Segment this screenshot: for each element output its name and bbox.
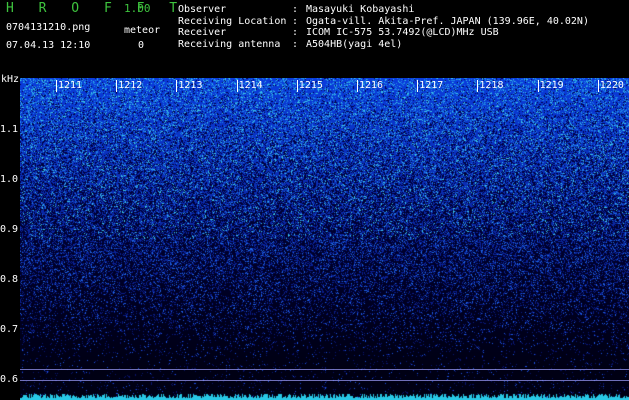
antenna-key: Receiving antenna — [178, 38, 281, 50]
x-tick-label: 1216 — [359, 80, 384, 91]
y-tick-label: 0.7 — [0, 324, 19, 335]
x-tick-label: 1211 — [58, 80, 83, 91]
x-tick-label: 1215 — [298, 80, 323, 91]
x-tick-label: 1212 — [118, 80, 143, 91]
app-version: 1.00 — [124, 2, 151, 15]
y-tick-label: 1.1 — [0, 124, 19, 135]
separator: : — [292, 27, 305, 39]
x-tick-mark — [537, 80, 539, 92]
x-tick-mark — [116, 80, 118, 92]
x-tick-mark — [357, 80, 358, 92]
x-tick-label: 1220 — [599, 80, 624, 91]
x-tick-mark — [56, 80, 57, 92]
x-tick-label: 1214 — [238, 80, 263, 91]
y-tick-label: 0.8 — [0, 274, 19, 285]
app-title: H R O F F T — [6, 1, 186, 16]
header-bar: H R O F F T 1.00 0704131210.png 07.04.13… — [0, 0, 629, 78]
spectrogram-canvas — [20, 78, 629, 400]
x-tick-label: 1213 — [178, 80, 203, 91]
spectrogram — [20, 78, 629, 400]
y-tick-label: 1.0 — [0, 174, 19, 185]
observer-value: Masayuki Kobayashi — [306, 4, 415, 15]
receiver-row: Receiver: ICOM IC-575 53.7492(@LCD)MHz U… — [178, 27, 589, 39]
receiver-key: Receiver — [178, 27, 227, 39]
meteor-label: meteor — [124, 25, 161, 36]
location-key: Receiving Location — [178, 15, 287, 27]
y-tick-label: 0.6 — [0, 374, 19, 385]
station-info: Observer: Masayuki Kobayashi Receiving L… — [178, 4, 589, 50]
reference-line — [20, 369, 629, 370]
location-value: Ogata-vill. Akita-Pref. JAPAN (139.96E, … — [306, 15, 589, 27]
receiver-value: ICOM IC-575 53.7492(@LCD)MHz USB — [306, 27, 499, 39]
x-tick-label: 1219 — [539, 80, 564, 91]
antenna-row: Receiving antenna: A504HB(yagi 4el) — [178, 39, 589, 51]
x-tick-mark — [477, 80, 479, 92]
y-tick-label: 0.9 — [0, 224, 19, 235]
observer-row: Observer: Masayuki Kobayashi — [178, 4, 589, 16]
meteor-count: 0 — [138, 40, 145, 51]
x-tick-mark — [597, 80, 599, 92]
separator: : — [292, 4, 305, 15]
y-unit-label: kHz — [1, 74, 20, 85]
x-tick-label: 1218 — [479, 80, 504, 91]
location-row: Receiving Location: Ogata-vill. Akita-Pr… — [178, 16, 589, 28]
x-tick-mark — [176, 80, 178, 92]
x-tick-mark — [417, 80, 419, 92]
observer-key: Observer — [178, 4, 227, 15]
x-tick-label: 1217 — [419, 80, 444, 91]
separator: : — [292, 38, 305, 50]
x-tick-mark — [296, 80, 298, 92]
separator: : — [292, 15, 305, 27]
filename: 0704131210.png — [6, 22, 91, 33]
datetime: 07.04.13 12:10 — [6, 40, 91, 51]
x-tick-mark — [236, 80, 238, 92]
reference-line — [20, 380, 629, 381]
antenna-value: A504HB(yagi 4el) — [306, 38, 403, 50]
